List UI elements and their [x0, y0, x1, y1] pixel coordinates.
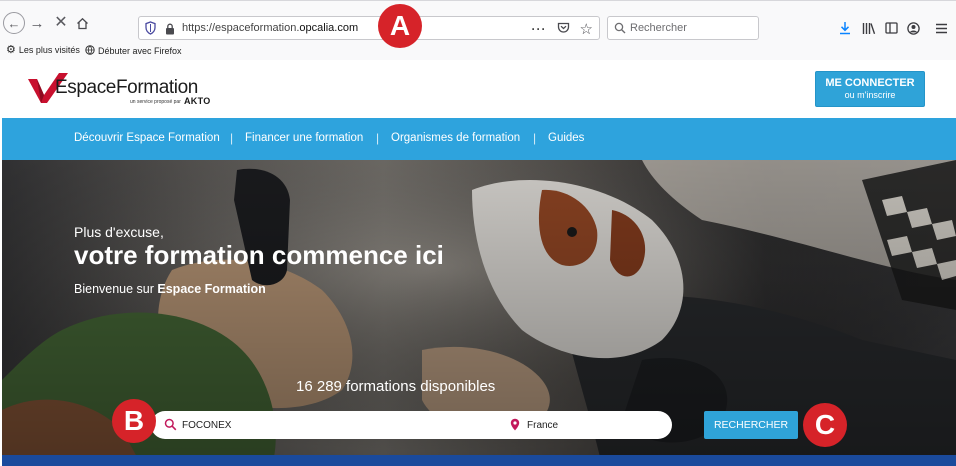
page-actions-icon[interactable]: ··· [532, 22, 547, 36]
browser-search-bar[interactable] [607, 16, 759, 40]
connect-label: ME CONNECTER [825, 77, 915, 89]
location-pin-icon [510, 418, 520, 436]
pocket-icon[interactable] [557, 22, 570, 37]
annotation-badge-a: A [378, 4, 422, 48]
search-icon [164, 418, 177, 436]
nav-separator: | [230, 131, 234, 145]
bookmark-label: Débuter avec Firefox [98, 46, 182, 56]
account-icon[interactable] [905, 20, 921, 36]
page-bottom-strip [2, 455, 956, 466]
globe-icon [85, 45, 95, 57]
download-icon[interactable] [838, 20, 852, 36]
annotation-badge-c: C [803, 403, 847, 447]
lock-icon[interactable] [165, 22, 175, 40]
menu-icon[interactable] [933, 20, 949, 36]
url-bar[interactable]: https://espaceformation.opcalia.com ··· … [138, 16, 600, 40]
hero-tagline: Plus d'excuse, [74, 224, 164, 240]
home-icon[interactable] [72, 13, 92, 33]
hero-welcome: Bienvenue sur Espace Formation [74, 282, 266, 296]
annotation-badge-b: B [112, 399, 156, 443]
forward-arrow-icon[interactable]: → [27, 13, 47, 33]
nav-item-guides[interactable]: Guides [548, 132, 584, 144]
bookmark-item-getting-started[interactable]: Débuter avec Firefox [85, 45, 182, 57]
logo-brand: AKTO [184, 96, 211, 106]
formation-search-box [151, 411, 672, 439]
browser-toolbar: ← → ✕ https://espaceformation.opcalia.co… [0, 0, 956, 42]
library-icon[interactable] [861, 20, 877, 36]
stop-icon[interactable]: ✕ [51, 13, 71, 33]
site-header: EspaceFormation un service proposé par A… [2, 60, 956, 118]
logo-name[interactable]: EspaceFormation [55, 77, 198, 99]
nav-separator: | [533, 131, 537, 145]
location-input[interactable] [527, 417, 657, 433]
bookmark-label: Les plus visités [18, 45, 80, 55]
bookmark-item-most-visited[interactable]: ⚙ Les plus visités [6, 43, 80, 56]
search-icon [614, 21, 626, 39]
nav-item-organizations[interactable]: Organismes de formation [391, 132, 520, 144]
browser-search-input[interactable] [630, 20, 750, 36]
keyword-search-input[interactable] [182, 417, 482, 433]
bookmarks-toolbar: ⚙ Les plus visités Débuter avec Firefox [0, 42, 956, 60]
nav-item-financing[interactable]: Financer une formation [245, 132, 363, 144]
url-text[interactable]: https://espaceformation.opcalia.com [182, 22, 358, 34]
main-nav: Découvrir Espace Formation | Financer un… [2, 118, 956, 160]
nav-separator: | [376, 131, 380, 145]
logo-subtitle: un service proposé par [130, 99, 181, 105]
connect-button[interactable]: ME CONNECTER ou m'inscrire [815, 71, 925, 107]
nav-item-discover[interactable]: Découvrir Espace Formation [74, 132, 220, 144]
gear-icon: ⚙ [6, 43, 16, 56]
hero-title: votre formation commence ici [74, 240, 444, 270]
bookmark-star-icon[interactable]: ☆ [580, 20, 593, 38]
register-label: ou m'inscrire [844, 90, 896, 100]
tracking-shield-icon[interactable] [145, 21, 156, 40]
back-arrow-icon[interactable]: ← [3, 12, 25, 34]
formations-count: 16 289 formations disponibles [296, 378, 496, 395]
sidebar-icon[interactable] [883, 20, 899, 36]
search-button[interactable]: RECHERCHER [704, 411, 798, 439]
